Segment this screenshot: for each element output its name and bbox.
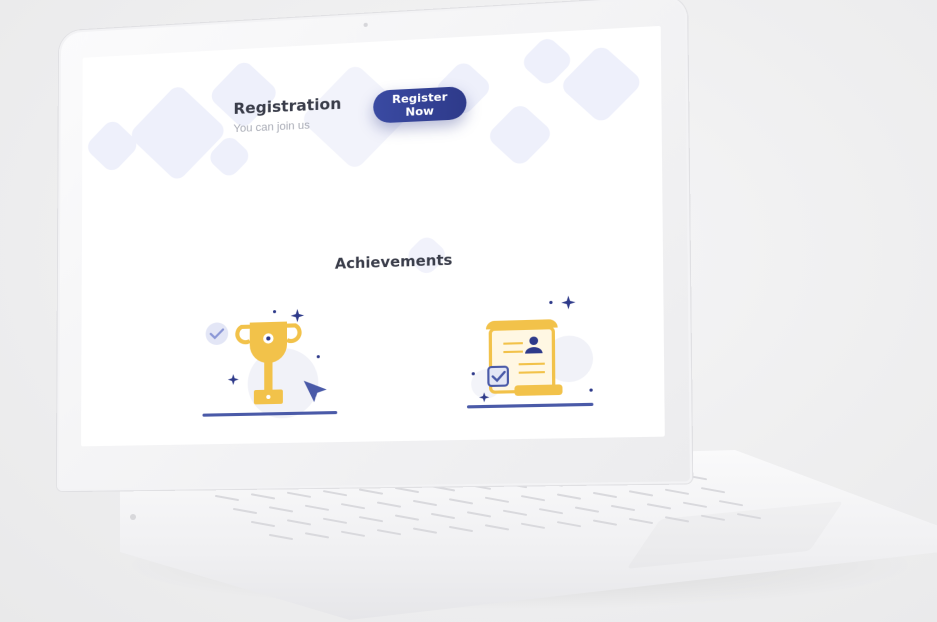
decor-diamond bbox=[84, 117, 141, 175]
register-now-button[interactable]: Register Now bbox=[373, 86, 467, 124]
certificate-illustration bbox=[466, 295, 594, 409]
check-bubble-icon bbox=[205, 322, 229, 346]
decor-diamond bbox=[558, 43, 644, 125]
decor-diamond bbox=[207, 58, 280, 131]
screen: Registration You can join us Register No… bbox=[81, 25, 665, 447]
illustration-baseline bbox=[466, 402, 594, 409]
scene: Registration You can join us Register No… bbox=[0, 0, 937, 622]
trophy-illustration bbox=[202, 308, 338, 419]
camera bbox=[363, 22, 368, 28]
registration-subtitle: You can join us bbox=[233, 119, 310, 136]
laptop-lid: Registration You can join us Register No… bbox=[56, 0, 693, 492]
decor-diamond bbox=[485, 101, 555, 168]
checkbox-icon bbox=[488, 367, 508, 386]
achievements-title: Achievements bbox=[334, 252, 453, 273]
